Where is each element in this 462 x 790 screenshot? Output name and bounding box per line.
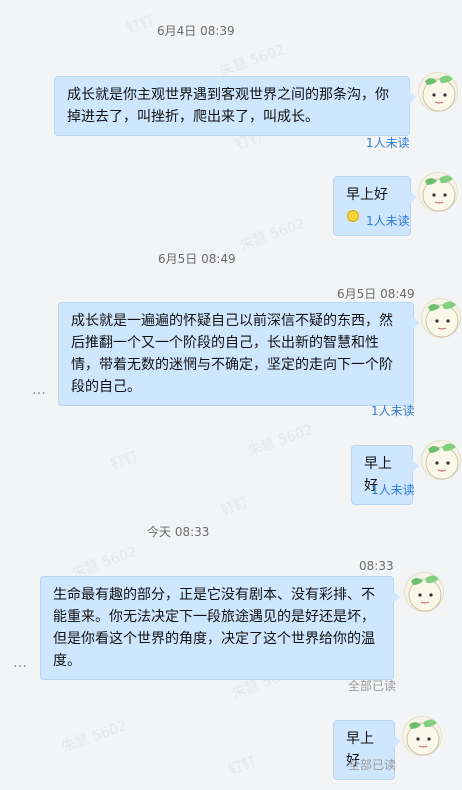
timestamp: 6月5日 08:49: [158, 252, 236, 266]
timestamp: 6月4日 08:39: [157, 24, 235, 38]
read-status[interactable]: 全部已读: [348, 756, 396, 773]
more-options-icon[interactable]: …: [13, 655, 28, 671]
watermark: 钉钉: [226, 753, 259, 779]
smile-emoji-icon: [347, 210, 359, 222]
read-status[interactable]: 全部已读: [348, 677, 396, 694]
avatar[interactable]: [418, 72, 458, 112]
message-bubble[interactable]: 成长就是一遍遍的怀疑自己以前深信不疑的东西，然后推翻一个又一个阶段的自己，长出新…: [58, 302, 420, 406]
avatar-cartoon-icon: [425, 443, 459, 480]
avatar-cartoon-icon: [422, 75, 456, 112]
message-bubble[interactable]: 成长就是你主观世界遇到客观世界之间的那条沟，你掉进去了，叫挫折，爬出来了，叫成长…: [54, 76, 416, 136]
avatar-cartoon-icon: [425, 301, 459, 338]
watermark: 朱慧 5602: [237, 215, 308, 255]
avatar[interactable]: [421, 298, 461, 338]
avatar[interactable]: [404, 572, 444, 612]
timestamp: 今天 08:33: [147, 525, 210, 539]
timestamp: 6月5日 08:49: [337, 287, 415, 301]
avatar[interactable]: [418, 172, 458, 212]
avatar[interactable]: [402, 716, 442, 756]
avatar[interactable]: [421, 440, 461, 480]
avatar-cartoon-icon: [408, 575, 442, 612]
watermark: 朱慧 5602: [59, 717, 130, 757]
avatar-cartoon-icon: [422, 175, 456, 212]
watermark: 钉钉: [108, 448, 141, 474]
timestamp: 08:33: [359, 559, 394, 573]
avatar-cartoon-icon: [406, 719, 440, 756]
message-bubble[interactable]: 生命最有趣的部分，正是它没有剧本、没有彩排、不能重来。你无法决定下一段旅途遇见的…: [40, 576, 400, 680]
watermark: 朱慧 5602: [217, 41, 288, 81]
read-status[interactable]: 1人未读: [366, 212, 410, 229]
read-status[interactable]: 1人未读: [371, 402, 415, 419]
watermark: 钉钉: [124, 12, 157, 38]
read-status[interactable]: 1人未读: [371, 481, 415, 498]
read-status[interactable]: 1人未读: [366, 134, 410, 151]
message-text: 早上好: [346, 187, 388, 203]
watermark: 朱慧 5602: [245, 421, 316, 461]
watermark: 钉钉: [218, 494, 251, 520]
more-options-icon[interactable]: …: [32, 382, 47, 398]
